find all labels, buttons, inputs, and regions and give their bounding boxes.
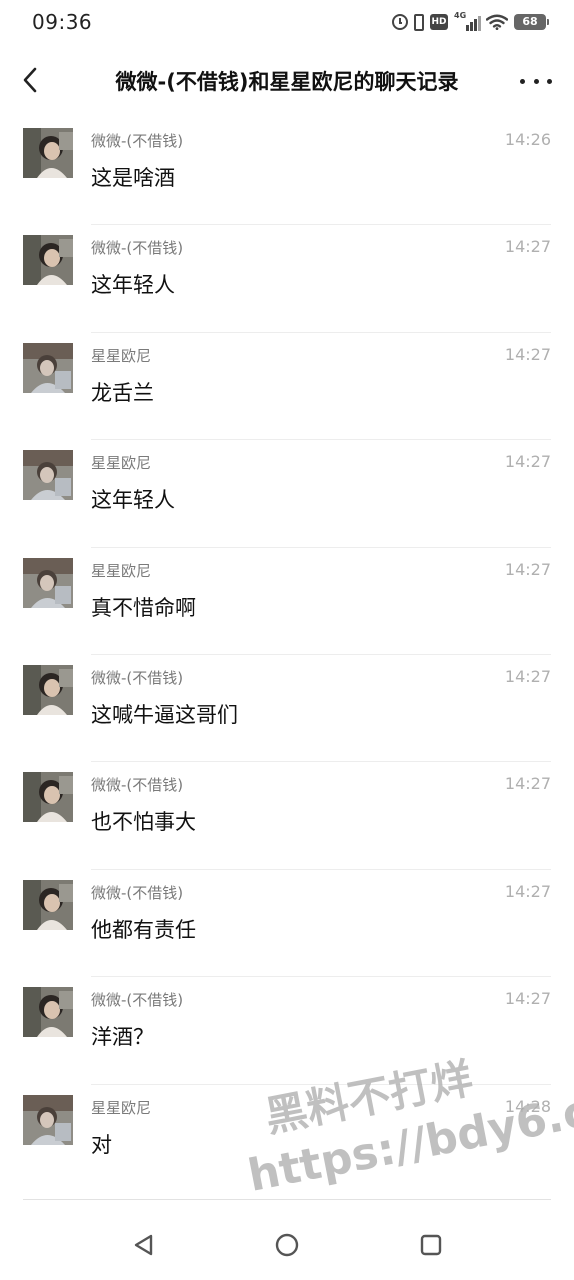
message-text: 洋酒？ (91, 1025, 154, 1050)
avatar[interactable] (23, 879, 73, 930)
message-text: 对 (91, 1132, 112, 1157)
status-time: 09:36 (32, 10, 93, 34)
sender-name: 微微-(不借钱) (91, 132, 184, 150)
status-icons: HD 4G 68 (392, 11, 549, 32)
sender-name: 星星欧尼 (91, 454, 152, 473)
message-text: 这喊牛逼这哥们 (91, 702, 238, 727)
message-time: 14:27 (504, 237, 551, 257)
message-time: 14:27 (504, 559, 551, 579)
vibrate-icon (414, 13, 424, 31)
nav-back-button[interactable] (127, 1228, 161, 1262)
sender-name: 微微-(不借钱) (91, 668, 184, 687)
message-item[interactable]: 微微-(不借钱) 14:26 这是啥酒 (0, 118, 574, 226)
sender-name: 星星欧尼 (91, 346, 152, 365)
avatar[interactable] (23, 557, 73, 608)
avatar[interactable] (23, 342, 73, 393)
message-item[interactable]: 微微-(不借钱) 14:27 洋酒？ (0, 977, 574, 1085)
battery-indicator: 68 (514, 14, 549, 30)
sender-name: 星星欧尼 (91, 1098, 152, 1117)
avatar[interactable] (23, 987, 73, 1038)
sender-name: 微微-(不借钱) (91, 776, 184, 795)
cellular-signal-icon: 4G (454, 11, 481, 31)
message-time: 14:28 (504, 1096, 551, 1116)
system-nav-bar (0, 1210, 574, 1280)
sender-name: 微微-(不借钱) (91, 883, 184, 902)
message-time: 14:27 (504, 666, 551, 686)
hd-badge: HD (430, 14, 448, 30)
nav-divider (23, 1199, 551, 1200)
message-text: 这年轻人 (91, 273, 175, 298)
network-type: 4G (454, 11, 467, 20)
message-time: 14:27 (504, 344, 551, 364)
more-options-button[interactable] (520, 66, 552, 96)
message-text: 他都有责任 (91, 917, 196, 942)
nav-home-button[interactable] (270, 1228, 304, 1262)
message-item[interactable]: 微微-(不借钱) 14:27 这喊牛逼这哥们 (0, 655, 574, 763)
message-time: 14:27 (504, 774, 551, 794)
message-time: 14:27 (504, 989, 551, 1009)
message-text: 龙舌兰 (91, 380, 154, 405)
message-text: 这年轻人 (91, 488, 175, 513)
sender-name: 微微-(不借钱) (91, 991, 184, 1010)
wifi-icon (486, 14, 508, 30)
square-recents-icon (420, 1234, 442, 1256)
message-item[interactable]: 微微-(不借钱) 14:27 这年轻人 (0, 225, 574, 333)
message-text: 真不惜命啊 (91, 595, 196, 620)
message-item[interactable]: 星星欧尼 14:27 龙舌兰 (0, 333, 574, 441)
avatar[interactable] (23, 128, 73, 178)
message-item[interactable]: 微微-(不借钱) 14:27 也不怕事大 (0, 762, 574, 870)
avatar[interactable] (23, 664, 73, 715)
chevron-left-icon (23, 67, 37, 93)
message-item[interactable]: 微微-(不借钱) 14:27 他都有责任 (0, 870, 574, 978)
status-bar: 09:36 HD 4G 68 (0, 0, 574, 44)
message-item[interactable]: 星星欧尼 14:27 这年轻人 (0, 440, 574, 548)
triangle-back-icon (134, 1234, 153, 1256)
avatar[interactable] (23, 772, 73, 823)
message-text: 也不怕事大 (91, 810, 196, 835)
chat-history-list[interactable]: 微微-(不借钱) 14:26 这是啥酒 微微-(不借钱) 14:27 这年轻人 星星欧尼 14… (0, 118, 574, 1192)
message-item[interactable]: 星星欧尼 14:28 对 (0, 1085, 574, 1192)
message-time: 14:27 (504, 452, 551, 472)
message-text: 这是啥酒 (91, 166, 175, 190)
alarm-icon (392, 14, 408, 30)
message-time: 14:27 (504, 881, 551, 901)
circle-home-icon (275, 1233, 299, 1257)
sender-name: 微微-(不借钱) (91, 239, 184, 258)
more-dots-icon (520, 78, 525, 84)
title-bar: 微微-(不借钱)和星星欧尼的聊天记录 (0, 54, 574, 108)
back-button[interactable] (14, 62, 50, 98)
message-time: 14:26 (504, 130, 551, 149)
nav-recents-button[interactable] (414, 1228, 448, 1262)
message-item[interactable]: 星星欧尼 14:27 真不惜命啊 (0, 548, 574, 655)
avatar[interactable] (23, 235, 73, 286)
sender-name: 星星欧尼 (91, 561, 152, 580)
avatar[interactable] (23, 1094, 73, 1145)
avatar[interactable] (23, 450, 73, 501)
page-title: 微微-(不借钱)和星星欧尼的聊天记录 (115, 70, 459, 94)
